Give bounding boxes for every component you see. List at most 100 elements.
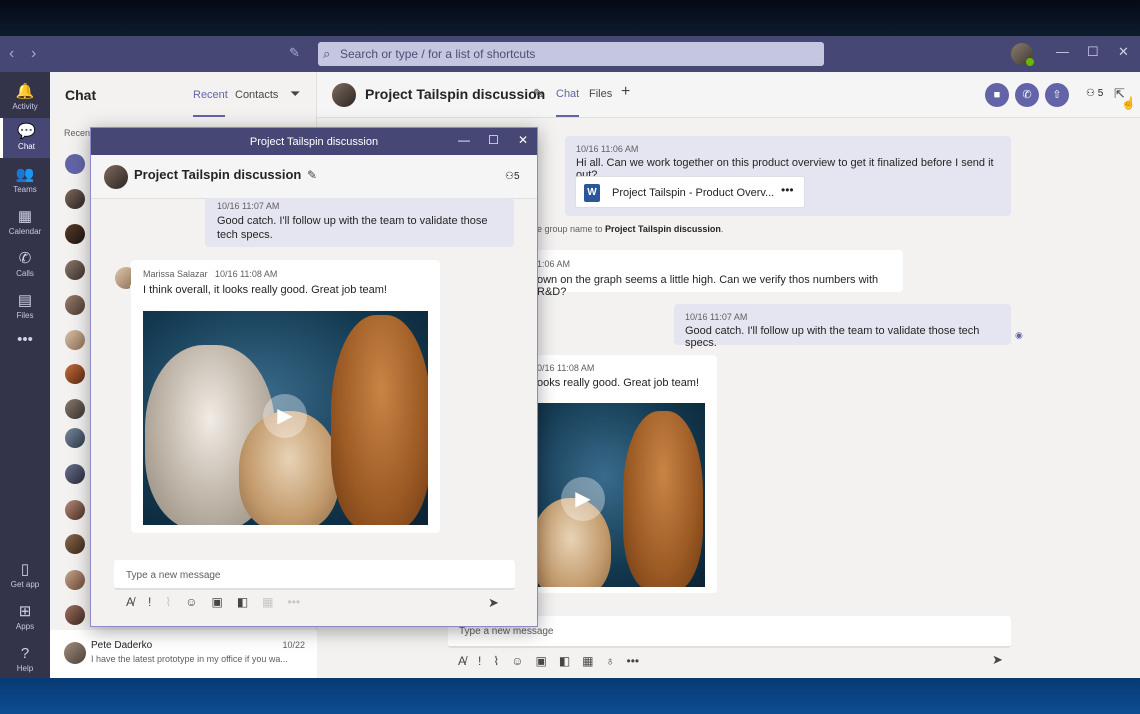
list-item-avatar[interactable] — [65, 330, 85, 350]
list-item-avatar[interactable] — [65, 428, 85, 448]
list-item-avatar[interactable] — [65, 295, 85, 315]
tab-files[interactable]: Files — [589, 88, 612, 100]
list-item[interactable]: Pete Daderko 10/22 I have the latest pro… — [50, 630, 317, 678]
emoji-icon[interactable]: ☺ — [511, 654, 523, 668]
phone-device-icon: ▯ — [20, 561, 30, 578]
video-thumbnail[interactable]: ▶ — [537, 403, 705, 587]
more-options-icon[interactable]: ••• — [627, 654, 640, 668]
participants-button[interactable]: ⚇ 5 — [1086, 88, 1103, 99]
tab-recent[interactable]: Recent — [193, 89, 228, 117]
rail-label: Activity — [12, 102, 38, 111]
maximize-icon[interactable]: ☐ — [488, 133, 499, 147]
list-item-avatar[interactable] — [65, 534, 85, 554]
list-item-avatar[interactable] — [65, 605, 85, 625]
file-more-icon[interactable]: ••• — [781, 183, 794, 197]
message-text: own on the graph seems a little high. Ca… — [537, 274, 879, 298]
list-item-avatar[interactable] — [65, 399, 85, 419]
recent-section-label: Recen — [64, 128, 91, 138]
rail-apps[interactable]: ⊞ Apps — [0, 598, 50, 638]
emoji-icon[interactable]: ☺ — [185, 595, 197, 609]
rail-help[interactable]: ? Help — [0, 640, 50, 680]
message-author: Marissa Salazar — [143, 269, 208, 279]
schedule-meeting-icon[interactable]: ▦ — [582, 654, 593, 668]
message-text: ooks really good. Great job team! — [537, 377, 700, 389]
list-item-avatar[interactable] — [65, 189, 85, 209]
important-icon[interactable]: ! — [478, 654, 481, 668]
message-input[interactable]: Type a new message — [114, 560, 515, 590]
rail-get-app[interactable]: ▯ Get app — [0, 556, 50, 596]
video-call-icon[interactable]: ■ — [985, 83, 1009, 107]
gif-icon[interactable]: ▣ — [535, 654, 546, 668]
sticker-icon[interactable]: ◧ — [237, 595, 248, 609]
file-name: Project Tailspin - Product Overv... — [612, 187, 775, 199]
list-item-avatar[interactable] — [65, 570, 85, 590]
rail-activity[interactable]: 🔔 Activity — [0, 78, 50, 118]
message-bubble: Marissa Salazar 10/16 11:08 AM I think o… — [131, 260, 440, 533]
more-icon: ••• — [17, 331, 33, 348]
gif-icon[interactable]: ▣ — [211, 595, 222, 609]
rail-chat[interactable]: 💬 Chat — [0, 118, 50, 158]
play-icon[interactable]: ▶ — [561, 477, 605, 521]
edit-pencil-icon[interactable]: ✎ — [533, 86, 544, 102]
tab-chat[interactable]: Chat — [556, 88, 580, 117]
apps-icon: ⊞ — [18, 603, 32, 620]
rail-calendar[interactable]: ▦ Calendar — [0, 203, 50, 243]
list-item-avatar[interactable] — [65, 364, 85, 384]
profile-avatar[interactable] — [1011, 43, 1035, 67]
minimize-icon[interactable]: — — [458, 133, 470, 147]
format-icon[interactable]: A̸ — [126, 595, 134, 609]
rail-label: Teams — [13, 185, 37, 194]
back-arrow-icon[interactable]: ‹ — [9, 45, 14, 63]
list-item-avatar[interactable] — [65, 224, 85, 244]
praise-icon[interactable]: ♁ — [606, 654, 615, 668]
audio-call-icon[interactable]: ✆ — [1015, 83, 1039, 107]
desktop-taskbar-band — [0, 678, 1140, 714]
rail-label: Calendar — [8, 227, 42, 236]
important-icon[interactable]: ! — [148, 595, 151, 609]
group-avatar — [332, 83, 356, 107]
send-icon[interactable]: ➤ — [992, 652, 1003, 668]
edit-pencil-icon[interactable]: ✎ — [307, 168, 317, 182]
tab-contacts[interactable]: Contacts — [235, 89, 278, 101]
message-time: 10/16 11:06 AM — [576, 144, 639, 154]
message-text: Good catch. I'll follow up with the team… — [217, 215, 488, 241]
read-receipt-icon: ◉ — [1015, 330, 1023, 340]
teams-icon: 👥 — [15, 166, 35, 183]
sticker-icon[interactable]: ◧ — [559, 654, 570, 668]
add-tab-icon[interactable]: + — [621, 83, 630, 101]
file-attachment[interactable]: W Project Tailspin - Product Overv... ••… — [575, 176, 805, 208]
search-input[interactable]: ⌕ Search or type / for a list of shortcu… — [318, 42, 824, 66]
minimize-icon[interactable]: — — [1056, 44, 1069, 59]
new-chat-icon[interactable]: ✎ — [289, 45, 303, 60]
video-thumbnail[interactable]: ▶ — [143, 311, 428, 525]
close-icon[interactable]: ✕ — [518, 133, 528, 147]
send-icon[interactable]: ➤ — [488, 595, 499, 611]
rail-files[interactable]: ▤ Files — [0, 287, 50, 327]
rail-teams[interactable]: 👥 Teams — [0, 161, 50, 201]
screen-share-icon[interactable]: ⇧ — [1045, 83, 1069, 107]
list-item-avatar[interactable] — [65, 464, 85, 484]
avatar — [64, 642, 86, 664]
mouse-cursor-icon: ☝ — [1121, 96, 1136, 110]
close-icon[interactable]: ✕ — [1118, 44, 1129, 60]
rail-calls[interactable]: ✆ Calls — [0, 245, 50, 285]
play-icon[interactable]: ▶ — [263, 394, 307, 438]
forward-arrow-icon[interactable]: › — [31, 45, 36, 63]
filter-icon[interactable]: ⏷ — [290, 86, 300, 102]
list-item-avatar[interactable] — [65, 260, 85, 280]
group-avatar — [104, 165, 128, 189]
attach-icon[interactable]: ⌇ — [493, 654, 499, 668]
maximize-icon[interactable]: ☐ — [1087, 44, 1099, 60]
list-item-avatar[interactable] — [65, 500, 85, 520]
participants-button[interactable]: ⚇5 — [505, 171, 520, 182]
word-file-icon: W — [584, 184, 600, 202]
participant-count: 5 — [1097, 88, 1104, 99]
format-icon[interactable]: A̸ — [458, 654, 466, 668]
list-item-avatar[interactable] — [65, 154, 85, 174]
rail-more[interactable]: ••• — [0, 326, 50, 366]
people-icon: ⚇ — [1086, 88, 1095, 99]
search-placeholder: Search or type / for a list of shortcuts — [340, 47, 536, 61]
message-time: 10/16 11:07 AM — [217, 201, 280, 211]
schedule-meeting-icon: ▦ — [262, 595, 274, 609]
message-time: 10/16 11:07 AM — [685, 312, 748, 322]
